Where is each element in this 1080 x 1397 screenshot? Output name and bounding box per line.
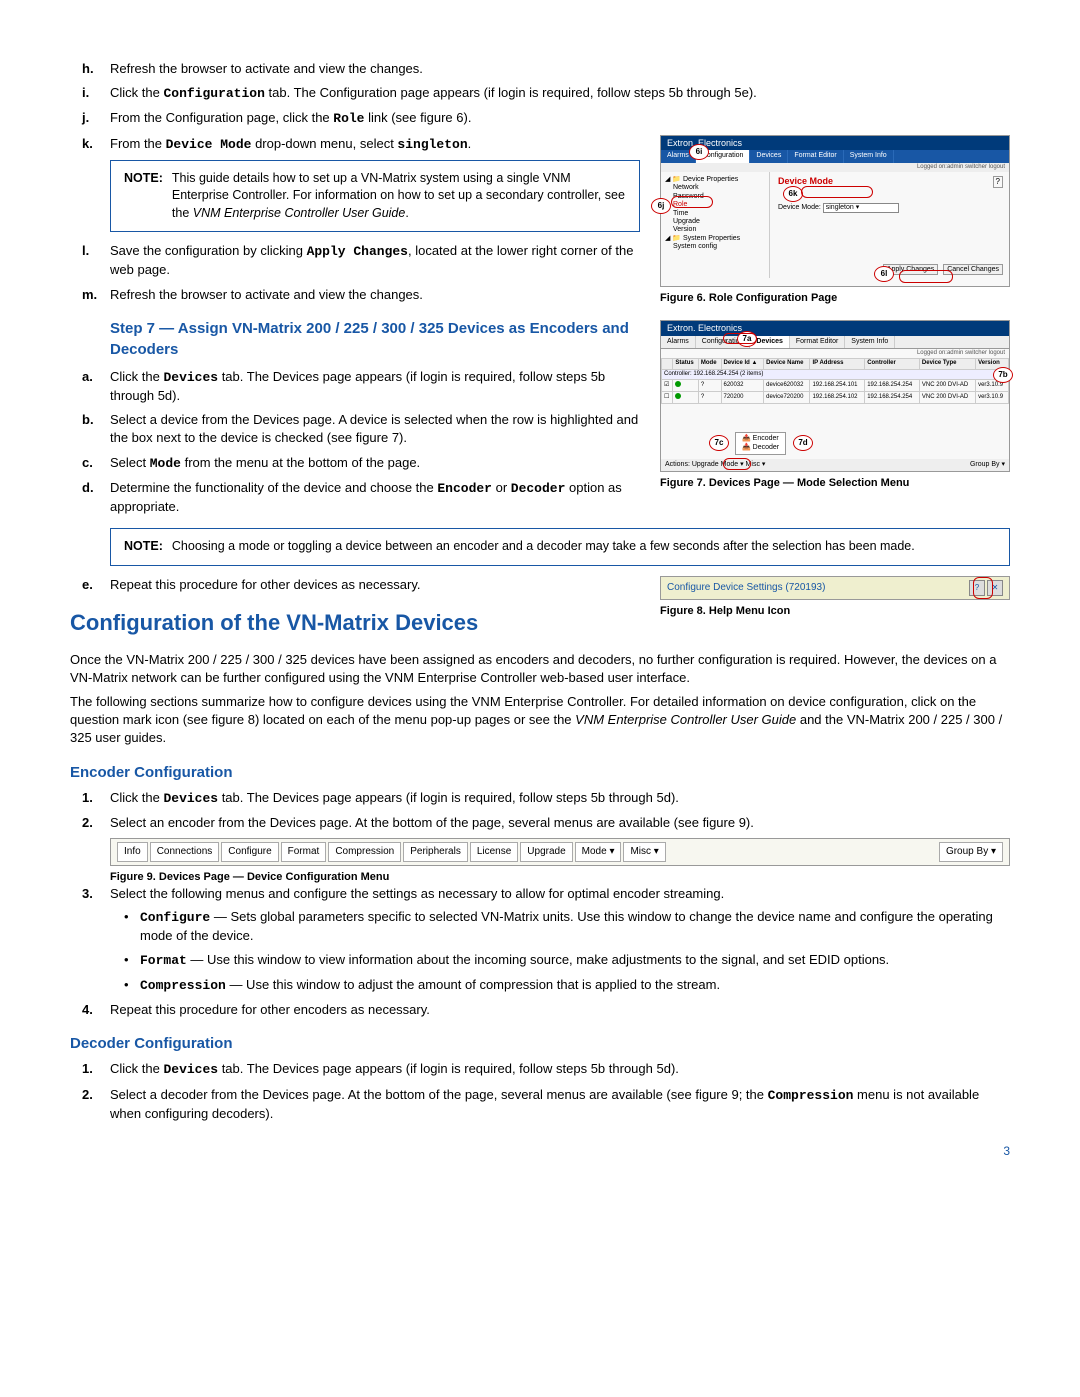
callout-7d: 7d xyxy=(793,435,813,451)
encoder-heading: Encoder Configuration xyxy=(70,762,1010,783)
config-p1: Once the VN-Matrix 200 / 225 / 300 / 325… xyxy=(70,651,1010,687)
step-i: i. Click the Configuration tab. The Conf… xyxy=(110,84,1010,103)
step7-e: e.Repeat this procedure for other device… xyxy=(110,576,640,594)
step7-heading: Step 7 — Assign VN-Matrix 200 / 225 / 30… xyxy=(110,318,640,360)
callout-6j: 6j xyxy=(651,198,671,214)
encoder-step2: 2.Select an encoder from the Devices pag… xyxy=(110,814,1010,832)
callout-7b: 7b xyxy=(993,367,1013,383)
fig9-caption: Figure 9. Devices Page — Device Configur… xyxy=(110,870,1010,885)
encoder-step3: 3.Select the following menus and configu… xyxy=(110,885,1010,995)
step-k: k. From the Device Mode drop-down menu, … xyxy=(110,135,640,154)
step-j: j. From the Configuration page, click th… xyxy=(110,109,1010,128)
step-l: l. Save the configuration by clicking Ap… xyxy=(110,242,640,279)
decoder-step2: 2. Select a decoder from the Devices pag… xyxy=(110,1086,1010,1123)
fig7-mode-menu: 📤 Encoder 📥 Decoder xyxy=(735,432,786,455)
callout-6k: 6k xyxy=(783,186,803,202)
callout-6i: 6i xyxy=(689,144,709,160)
figure-7: Extron. Electronics Alarms Configuration… xyxy=(660,320,1010,472)
note-box-step7: NOTE: Choosing a mode or toggling a devi… xyxy=(110,528,1010,566)
decoder-heading: Decoder Configuration xyxy=(70,1033,1010,1054)
step7-b: b.Select a device from the Devices page.… xyxy=(110,411,640,447)
page-number: 3 xyxy=(70,1143,1010,1160)
fig8-caption: Figure 8. Help Menu Icon xyxy=(660,604,1010,619)
fig6-tree: ◢ 📁 Device Properties Network Password R… xyxy=(661,172,770,278)
encoder-step4: 4.Repeat this procedure for other encode… xyxy=(110,1001,1010,1019)
step7-a: a. Click the Devices tab. The Devices pa… xyxy=(110,368,640,405)
help-icon: ? xyxy=(993,176,1003,188)
note-box-k: NOTE: This guide details how to set up a… xyxy=(110,160,640,233)
callout-6l: 6l xyxy=(874,266,894,282)
config-heading: Configuration of the VN-Matrix Devices xyxy=(70,608,640,639)
figure-8: Configure Device Settings (720193) ? ✕ xyxy=(660,576,1010,600)
figure-9: Info Connections Configure Format Compre… xyxy=(110,838,1010,866)
fig7-caption: Figure 7. Devices Page — Mode Selection … xyxy=(660,476,1010,491)
encoder-step1: 1. Click the Devices tab. The Devices pa… xyxy=(110,789,1010,808)
step7-c: c. Select Mode from the menu at the bott… xyxy=(110,454,640,473)
step-h: h.Refresh the browser to activate and vi… xyxy=(110,60,1010,78)
config-p2: The following sections summarize how to … xyxy=(70,693,1010,748)
fig6-caption: Figure 6. Role Configuration Page xyxy=(660,291,1010,306)
decoder-step1: 1. Click the Devices tab. The Devices pa… xyxy=(110,1060,1010,1079)
fig6-tabs: Alarms Configuration Devices Format Edit… xyxy=(661,150,1009,162)
figure-6: Extron. Electronics Alarms Configuration… xyxy=(660,135,1010,287)
step-m: m.Refresh the browser to activate and vi… xyxy=(110,286,640,304)
fig7-table: Status Mode Device Id ▲ Device Name IP A… xyxy=(661,358,1009,404)
callout-7c: 7c xyxy=(709,435,729,451)
step7-d: d. Determine the functionality of the de… xyxy=(110,479,640,516)
fig6-banner: Extron. Electronics xyxy=(661,136,1009,151)
